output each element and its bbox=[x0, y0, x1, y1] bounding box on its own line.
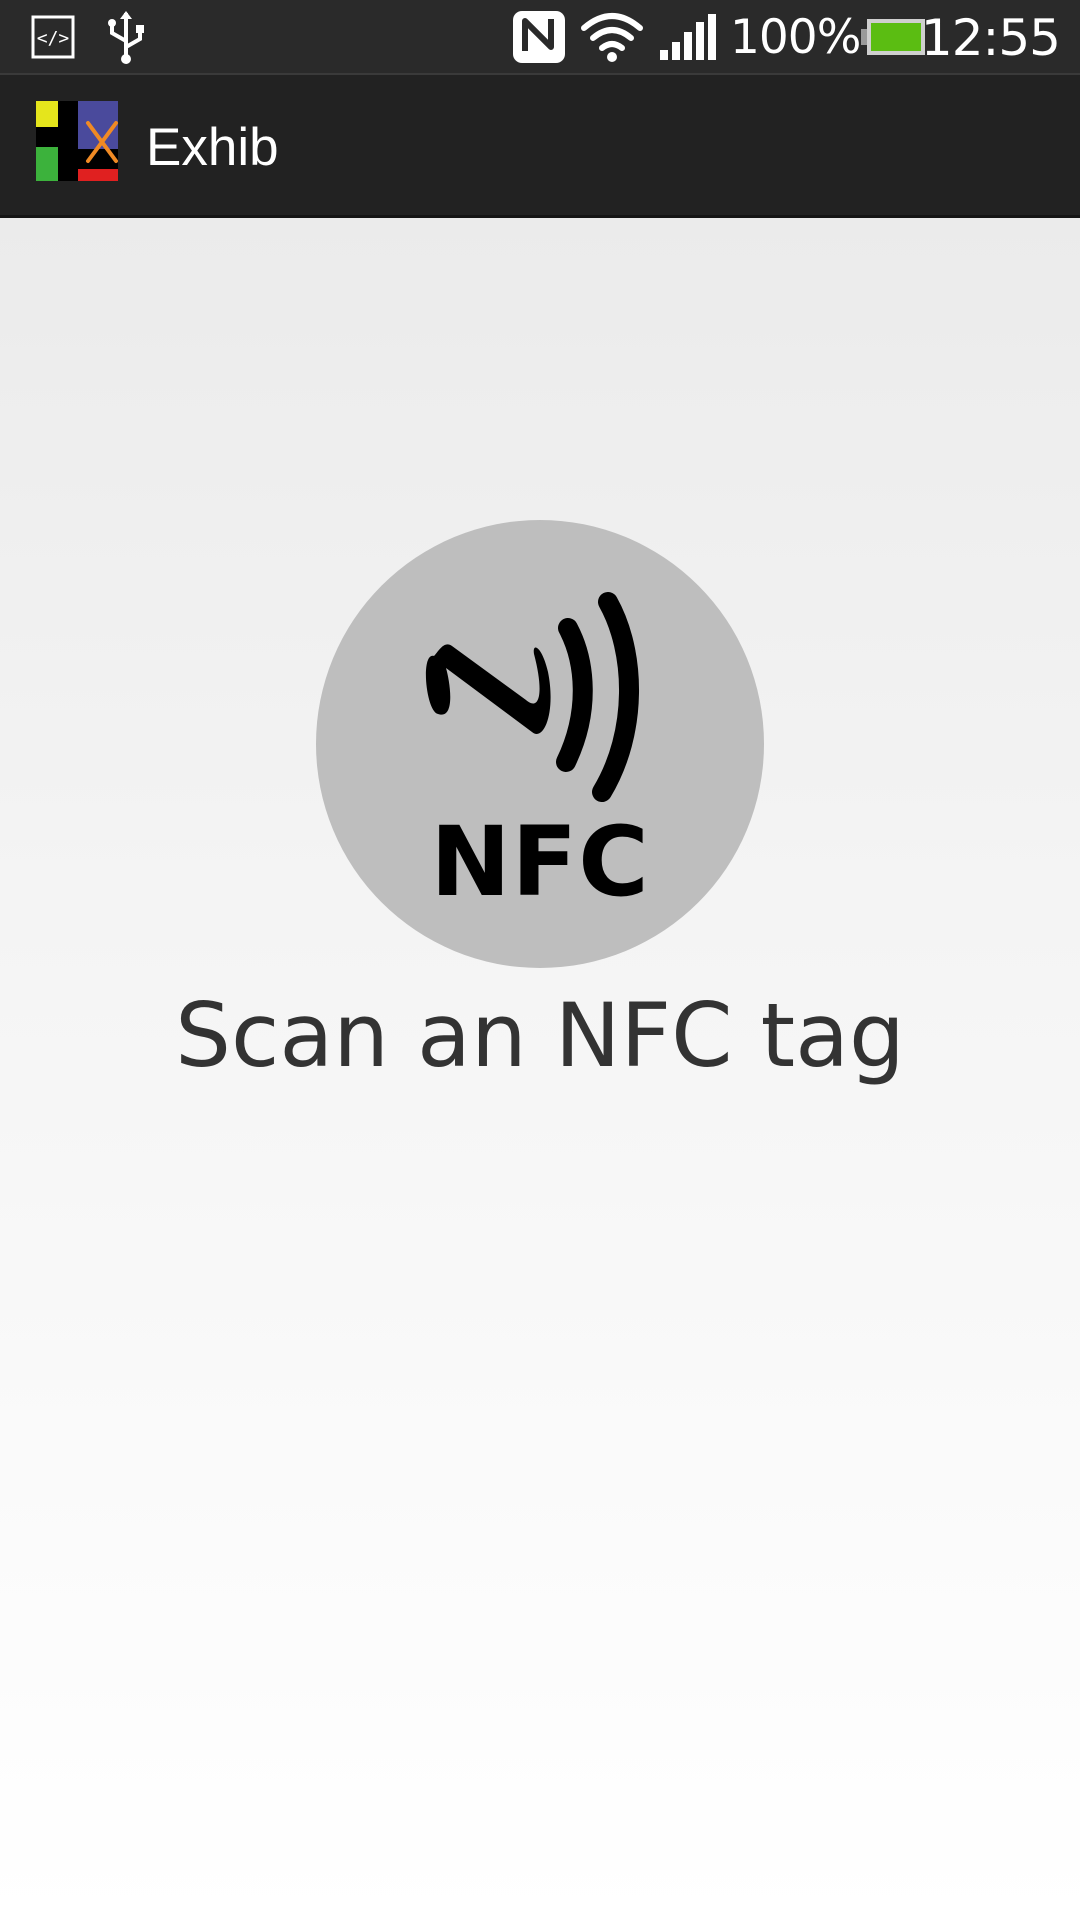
nfc-waves-icon bbox=[425, 592, 639, 802]
clock: 12:55 bbox=[920, 9, 1061, 67]
action-bar: Exhib bbox=[0, 73, 1080, 218]
nfc-status-icon bbox=[508, 0, 570, 73]
usb-icon bbox=[98, 0, 154, 73]
battery-percent: 100% bbox=[730, 10, 861, 65]
app-title: Exhib bbox=[146, 118, 279, 177]
nfc-scan-button[interactable]: NFC bbox=[316, 520, 764, 968]
main-content: NFC Scan an NFC tag bbox=[0, 218, 1080, 1920]
scan-instruction: Scan an NFC tag bbox=[175, 984, 905, 1087]
signal-icon bbox=[656, 0, 718, 73]
svg-text:</>: </> bbox=[37, 28, 70, 49]
status-bar: </> 100% 12:55 bbox=[0, 0, 1080, 73]
battery-icon bbox=[860, 0, 928, 73]
nfc-label: NFC bbox=[430, 806, 650, 918]
app-logo-icon[interactable] bbox=[36, 101, 118, 181]
debug-icon: </> bbox=[26, 0, 80, 73]
wifi-icon bbox=[578, 0, 646, 73]
